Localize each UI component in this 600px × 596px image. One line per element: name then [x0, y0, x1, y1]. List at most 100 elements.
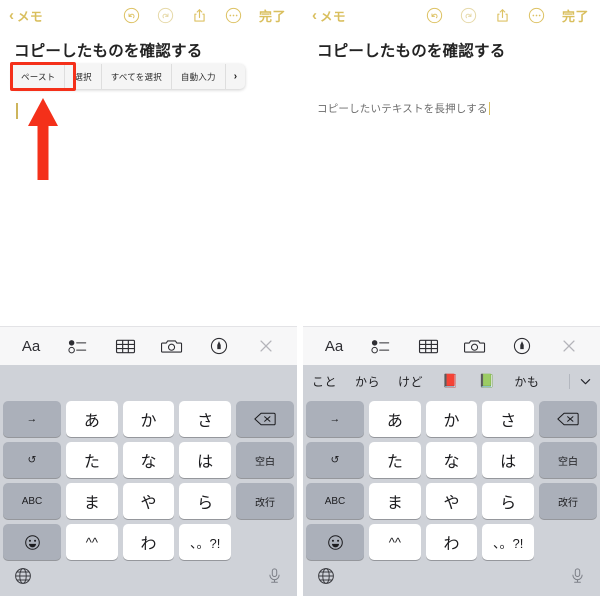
key-ka[interactable]: か: [425, 401, 478, 437]
redo-icon[interactable]: [460, 7, 477, 24]
delete-icon[interactable]: [236, 401, 294, 437]
key-sa[interactable]: さ: [179, 401, 232, 437]
text-format-button[interactable]: Aa: [8, 338, 55, 355]
key-sa[interactable]: さ: [482, 401, 535, 437]
key-return[interactable]: 改行: [539, 483, 597, 519]
menu-item-autofill[interactable]: 自動入力: [172, 64, 226, 89]
emoji-icon[interactable]: [3, 524, 61, 560]
menu-item-select-all[interactable]: すべてを選択: [102, 64, 172, 89]
done-button[interactable]: 完了: [259, 6, 286, 25]
share-icon[interactable]: [494, 7, 511, 24]
note-body-right: コピーしたものを確認する コピーしたいテキストを長押しする: [303, 39, 600, 117]
back-to-notes-button[interactable]: ‹ メモ: [312, 6, 346, 25]
suggestion-item[interactable]: けど: [389, 373, 432, 390]
text-caret: [16, 103, 18, 119]
keypad-row-1: あ か さ: [369, 401, 535, 437]
key-ya[interactable]: や: [425, 483, 478, 519]
markup-pen-icon[interactable]: [499, 337, 546, 355]
keypad-left-column: → ↺ ABC: [3, 401, 61, 560]
suggestion-item[interactable]: こと: [303, 373, 346, 390]
close-icon[interactable]: [243, 337, 290, 355]
key-space[interactable]: 空白: [539, 442, 597, 478]
key-ka[interactable]: か: [122, 401, 175, 437]
back-label: メモ: [17, 9, 44, 24]
key-ha[interactable]: は: [179, 442, 232, 478]
key-punctuation[interactable]: 、。?!: [179, 524, 232, 560]
key-return[interactable]: 改行: [236, 483, 294, 519]
globe-icon[interactable]: [14, 567, 32, 590]
camera-icon[interactable]: [149, 338, 196, 355]
keyboard-bottom-bar-left: [0, 560, 297, 596]
suggestion-item-emoji-red-book[interactable]: 📕: [432, 373, 469, 389]
microphone-icon[interactable]: [266, 567, 283, 589]
markup-pen-icon[interactable]: [196, 337, 243, 355]
delete-icon[interactable]: [539, 401, 597, 437]
back-to-notes-button[interactable]: ‹ メモ: [9, 6, 43, 25]
key-ma[interactable]: ま: [369, 483, 421, 519]
back-label: メモ: [320, 9, 347, 24]
key-wa[interactable]: わ: [425, 524, 478, 560]
key-ha[interactable]: は: [482, 442, 535, 478]
key-kaomoji[interactable]: ^^: [66, 524, 118, 560]
emoji-icon[interactable]: [306, 524, 364, 560]
keypad-center-columns: あ か さ た な は ま や ら ^^ わ 、。?!: [66, 401, 232, 560]
key-na[interactable]: な: [122, 442, 175, 478]
navbar-right: ‹ メモ 完了: [303, 0, 600, 30]
more-icon[interactable]: [528, 7, 545, 24]
key-ta[interactable]: た: [66, 442, 118, 478]
redo-icon[interactable]: [157, 7, 174, 24]
chevron-down-icon[interactable]: [570, 374, 600, 389]
menu-item-paste[interactable]: ペースト: [12, 64, 66, 89]
red-up-arrow-annotation: [28, 98, 58, 180]
undo-icon[interactable]: [123, 7, 140, 24]
share-icon[interactable]: [191, 7, 208, 24]
text-format-button[interactable]: Aa: [311, 338, 358, 355]
key-undo-kana[interactable]: ↺: [306, 442, 364, 478]
notes-format-toolbar-right: Aa: [303, 326, 600, 365]
checklist-icon[interactable]: [55, 338, 102, 355]
screenshot-stage: ‹ メモ 完了 コピーしたものを確認する ペースト 選択 すべてを選択 自動入力…: [0, 0, 600, 596]
key-abc[interactable]: ABC: [306, 483, 364, 519]
keyboard-right: Aa こと から けど 📕 📗 かも → ↺ ABC あ か さ た な は ま…: [303, 326, 600, 596]
checklist-icon[interactable]: [358, 338, 405, 355]
key-punctuation[interactable]: 、。?!: [482, 524, 535, 560]
done-button[interactable]: 完了: [562, 6, 589, 25]
key-ya[interactable]: や: [122, 483, 175, 519]
undo-icon[interactable]: [426, 7, 443, 24]
key-na[interactable]: な: [425, 442, 478, 478]
phone-panel-left: ‹ メモ 完了 コピーしたものを確認する ペースト 選択 すべてを選択 自動入力…: [0, 0, 297, 596]
navbar-actions-right: 完了: [426, 6, 591, 25]
edit-callout-menu: ペースト 選択 すべてを選択 自動入力 ›: [12, 64, 246, 89]
key-ma[interactable]: ま: [66, 483, 118, 519]
key-abc[interactable]: ABC: [3, 483, 61, 519]
key-wa[interactable]: わ: [122, 524, 175, 560]
table-icon[interactable]: [102, 338, 149, 355]
key-space[interactable]: 空白: [236, 442, 294, 478]
suggestion-item-emoji-green-book[interactable]: 📗: [469, 373, 506, 389]
suggestion-item[interactable]: から: [346, 373, 389, 390]
suggestion-bar-right: こと から けど 📕 📗 かも: [303, 365, 600, 397]
key-a[interactable]: あ: [369, 401, 421, 437]
menu-more-chevron-icon[interactable]: ›: [226, 64, 246, 89]
key-undo-kana[interactable]: ↺: [3, 442, 61, 478]
keypad-row-1: あ か さ: [66, 401, 232, 437]
key-ra[interactable]: ら: [482, 483, 535, 519]
note-text-row[interactable]: コピーしたいテキストを長押しする: [317, 101, 491, 116]
key-next-candidate[interactable]: →: [3, 401, 61, 437]
keypad-right-column: 空白 改行: [236, 401, 294, 560]
suggestion-item[interactable]: かも: [505, 373, 548, 390]
close-icon[interactable]: [546, 337, 593, 355]
text-format-label: Aa: [324, 337, 344, 355]
keypad-row-2: た な は: [369, 442, 535, 478]
key-ra[interactable]: ら: [179, 483, 232, 519]
key-ta[interactable]: た: [369, 442, 421, 478]
key-kaomoji[interactable]: ^^: [369, 524, 421, 560]
microphone-icon[interactable]: [569, 567, 586, 589]
camera-icon[interactable]: [452, 338, 499, 355]
key-a[interactable]: あ: [66, 401, 118, 437]
globe-icon[interactable]: [317, 567, 335, 590]
more-icon[interactable]: [225, 7, 242, 24]
menu-item-select[interactable]: 選択: [65, 64, 102, 89]
table-icon[interactable]: [405, 338, 452, 355]
key-next-candidate[interactable]: →: [306, 401, 364, 437]
